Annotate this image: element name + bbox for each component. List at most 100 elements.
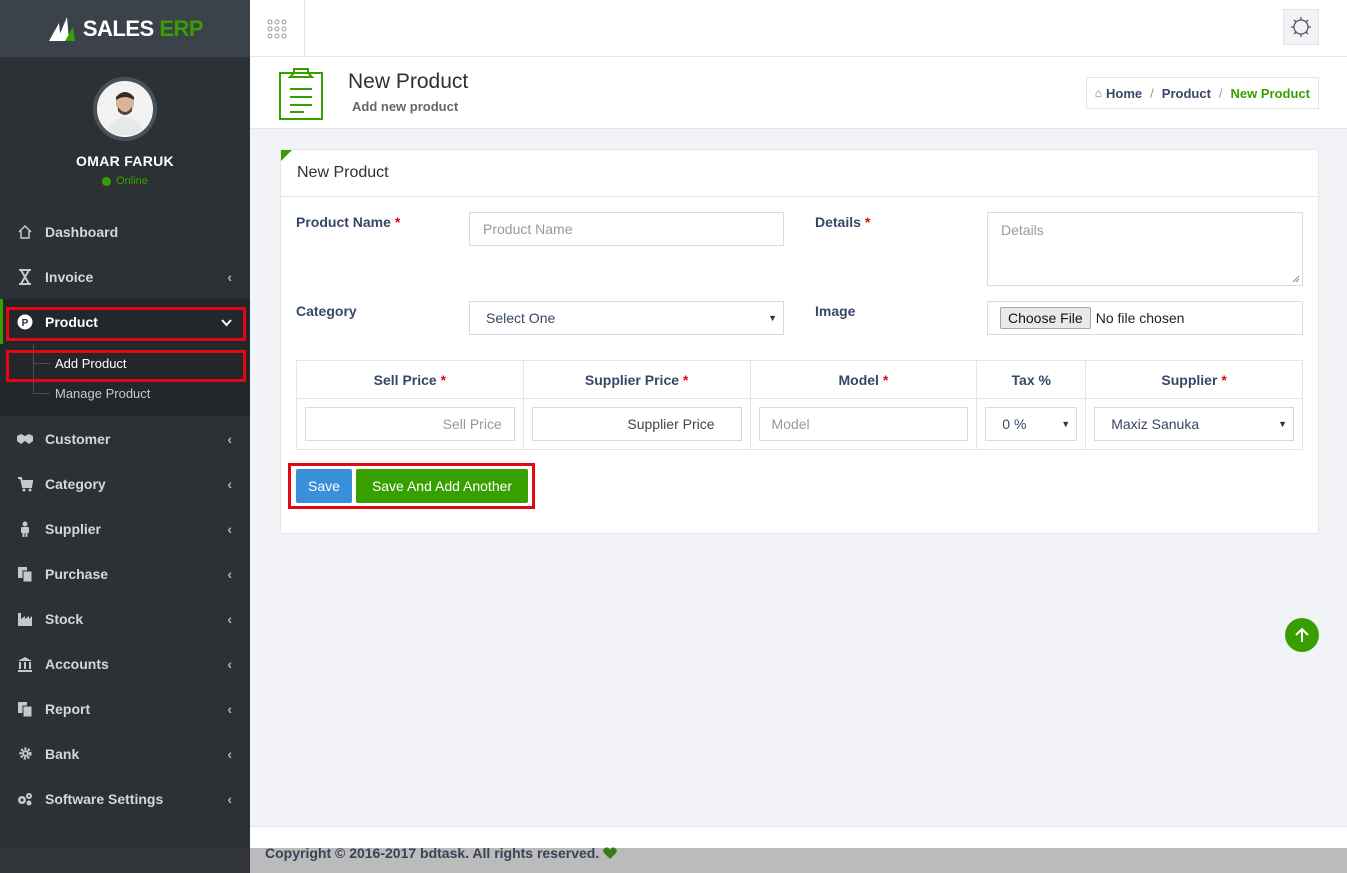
chevron-left-icon: ‹ xyxy=(227,520,232,537)
sidebar-item-stock[interactable]: Stock ‹ xyxy=(0,596,250,641)
breadcrumb-product[interactable]: Product xyxy=(1162,86,1211,101)
model-cell: Model xyxy=(749,398,978,450)
image-file-input[interactable]: Choose File No file chosen xyxy=(987,301,1303,335)
sidebar-item-report[interactable]: Report ‹ xyxy=(0,686,250,731)
footer: Copyright © 2016-2017 bdtask. All rights… xyxy=(250,826,1347,873)
user-status: Online xyxy=(102,175,148,187)
supplier-price-header: Supplier Price * xyxy=(522,360,751,399)
breadcrumb-separator: / xyxy=(1150,85,1154,101)
sidebar-item-accounts[interactable]: Accounts ‹ xyxy=(0,641,250,686)
sidebar-item-label: Software Settings xyxy=(45,790,164,807)
chevron-left-icon: ‹ xyxy=(227,790,232,807)
grid-dots-icon xyxy=(267,19,287,38)
product-name-input[interactable]: Product Name xyxy=(469,212,784,246)
sidebar-item-label: Product xyxy=(45,313,98,330)
sidebar-item-label: Purchase xyxy=(45,565,109,582)
sidebar-item-purchase[interactable]: Purchase ‹ xyxy=(0,551,250,596)
page-header: New Product Add new product ⌂ Home / Pro… xyxy=(250,57,1347,129)
clipboard-icon xyxy=(279,68,323,120)
tax-select[interactable]: 0 % ▼ xyxy=(985,407,1078,441)
chevron-left-icon: ‹ xyxy=(227,565,232,582)
sell-price-input[interactable]: Sell Price xyxy=(305,407,515,441)
svg-text:P: P xyxy=(22,318,29,329)
supplier-cell: Maxiz Sanuka ▼ xyxy=(1085,398,1303,450)
cart-icon xyxy=(16,475,34,493)
product-name-label: Product Name * xyxy=(296,214,401,230)
home-icon: ⌂ xyxy=(1094,86,1103,100)
dropdown-arrow-icon: ▼ xyxy=(1061,419,1071,429)
settings-button[interactable] xyxy=(1283,9,1319,45)
supplier-header: Supplier * xyxy=(1085,360,1303,399)
hourglass-icon xyxy=(16,268,34,286)
page-subtitle: Add new product xyxy=(352,99,459,114)
avatar[interactable] xyxy=(93,77,157,141)
dropdown-arrow-icon: ▼ xyxy=(1278,419,1287,429)
brand-logo[interactable]: SALES ERP xyxy=(0,0,250,57)
tax-selected-value: 0 % xyxy=(1002,416,1027,432)
sidebar-item-label: Report xyxy=(45,700,91,717)
sidebar-menu: Dashboard Invoice ‹ P Product Add Produc… xyxy=(0,209,250,821)
category-selected-value: Select One xyxy=(486,310,556,326)
supplier-price-cell: Supplier Price xyxy=(522,398,751,450)
sidebar-item-label: Supplier xyxy=(45,520,102,537)
page-title: New Product xyxy=(348,70,469,93)
breadcrumb-current: New Product xyxy=(1230,85,1310,101)
sell-price-header: Sell Price * xyxy=(296,360,524,399)
model-header: Model * xyxy=(749,360,978,399)
details-placeholder: Details xyxy=(1001,222,1044,238)
category-select[interactable]: Select One ▼ xyxy=(469,301,784,335)
chevron-left-icon: ‹ xyxy=(227,655,232,672)
new-product-panel: New Product Product Name * Product Name … xyxy=(280,149,1319,534)
chevron-left-icon: ‹ xyxy=(227,430,232,447)
topbar xyxy=(250,0,1347,57)
details-textarea[interactable]: Details xyxy=(987,212,1303,286)
save-and-add-another-button[interactable]: Save And Add Another xyxy=(356,469,528,503)
category-label: Category xyxy=(296,303,357,319)
save-button[interactable]: Save xyxy=(296,469,352,503)
sidebar-item-customer[interactable]: Customer ‹ xyxy=(0,416,250,461)
copyright-text: Copyright © 2016-2017 bdtask. All rights… xyxy=(265,845,600,861)
sidebar-item-label: Dashboard xyxy=(45,223,119,240)
model-input[interactable]: Model xyxy=(758,407,969,441)
home-icon xyxy=(16,223,34,241)
sidebar-item-bank[interactable]: Bank ‹ xyxy=(0,731,250,776)
chevron-left-icon: ‹ xyxy=(227,745,232,762)
handshake-icon xyxy=(16,430,34,448)
menu-toggle-button[interactable] xyxy=(250,0,305,57)
footer-copyright: Copyright © 2016-2017 bdtask. All rights… xyxy=(265,845,618,861)
panel-heading: New Product xyxy=(281,150,1318,197)
supplier-select[interactable]: Maxiz Sanuka ▼ xyxy=(1094,407,1294,441)
gear-icon xyxy=(1291,17,1311,37)
breadcrumb: ⌂ Home / Product / New Product xyxy=(1085,77,1319,109)
details-label: Details * xyxy=(815,214,871,230)
sidebar-item-product[interactable]: P Product xyxy=(0,299,250,344)
person-icon xyxy=(16,520,34,538)
price-table: Sell Price * Supplier Price * Model * Ta… xyxy=(296,360,1303,450)
logo-icon xyxy=(48,16,75,41)
sidebar-item-software-settings[interactable]: Software Settings ‹ xyxy=(0,776,250,821)
supplier-price-input[interactable]: Supplier Price xyxy=(531,407,742,441)
gear-icon xyxy=(16,745,34,763)
sidebar-item-label: Bank xyxy=(45,745,80,762)
sidebar-subitem-manage-product[interactable]: Manage Product xyxy=(0,378,250,408)
sidebar-item-dashboard[interactable]: Dashboard xyxy=(0,209,250,254)
brand-name: SALES ERP xyxy=(82,15,204,41)
dropdown-arrow-icon: ▼ xyxy=(768,313,777,323)
user-panel: OMAR FARUK Online xyxy=(0,57,250,197)
status-label: Online xyxy=(116,175,148,187)
bank-icon xyxy=(16,655,34,673)
breadcrumb-home[interactable]: Home xyxy=(1106,86,1142,101)
scroll-to-top-button[interactable] xyxy=(1285,618,1319,652)
gears-icon xyxy=(16,790,34,808)
sidebar-item-invoice[interactable]: Invoice ‹ xyxy=(0,254,250,299)
product-badge-icon: P xyxy=(16,313,34,331)
sidebar-item-supplier[interactable]: Supplier ‹ xyxy=(0,506,250,551)
sidebar-subitem-add-product[interactable]: Add Product xyxy=(0,348,250,378)
chevron-left-icon: ‹ xyxy=(227,610,232,627)
sidebar-item-category[interactable]: Category ‹ xyxy=(0,461,250,506)
sidebar-item-label: Stock xyxy=(45,610,84,627)
resize-handle-icon[interactable] xyxy=(1292,275,1300,283)
choose-file-button[interactable]: Choose File xyxy=(1000,307,1091,329)
product-submenu: Add Product Manage Product xyxy=(0,344,250,416)
arrow-up-icon xyxy=(1295,627,1309,642)
